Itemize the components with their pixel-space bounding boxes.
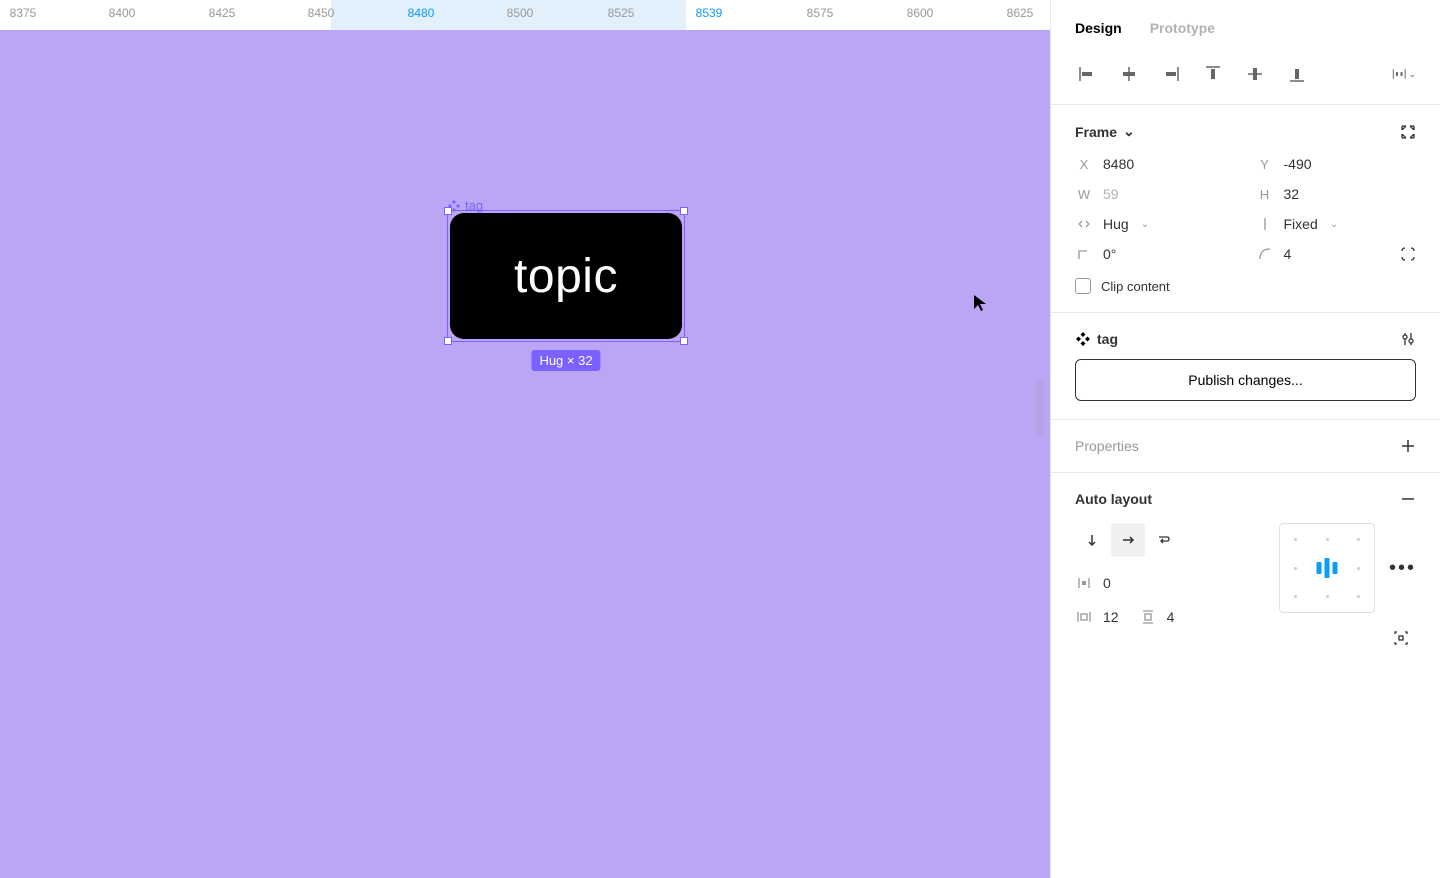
ruler-tick: 8480 (408, 6, 435, 20)
ruler-tick: 8450 (308, 6, 335, 20)
clip-content-label: Clip content (1101, 279, 1170, 294)
pad-vertical-field[interactable]: 4 (1139, 609, 1175, 625)
clip-content-checkbox[interactable]: Clip content (1075, 278, 1416, 294)
autolayout-title: Auto layout (1075, 491, 1152, 507)
tab-design[interactable]: Design (1075, 20, 1122, 36)
ruler-tick: 8375 (10, 6, 37, 20)
canvas[interactable]: tag topic Hug × 32 (0, 30, 1050, 878)
rotation-field[interactable]: 0° (1075, 246, 1236, 262)
frame-title-text: Frame (1075, 124, 1117, 140)
component-name-text: tag (1097, 331, 1118, 347)
selection-handle-nw[interactable] (444, 207, 452, 215)
vsize-icon (1256, 216, 1274, 232)
gap-icon (1075, 576, 1093, 590)
canvas-area: 8375 8400 8425 8450 8480 8500 8525 8539 8575 8600… (0, 0, 1050, 878)
ruler-tick: 8400 (109, 6, 136, 20)
ruler-tick: 8539 (696, 6, 723, 20)
vsize-field[interactable]: Fixed⌄ (1256, 216, 1417, 232)
radius-icon (1256, 247, 1274, 261)
align-top-icon[interactable] (1201, 62, 1225, 86)
selection-handle-se[interactable] (680, 337, 688, 345)
independent-corners-icon[interactable] (1400, 246, 1416, 262)
direction-wrap-icon[interactable] (1147, 523, 1181, 557)
frame-section: Frame ⌄ X8480 Y-490 W59 H32 Hug⌄ Fixe (1051, 105, 1440, 312)
independent-padding-icon[interactable] (1392, 629, 1410, 647)
autolayout-section: Auto layout 0 (1051, 473, 1440, 665)
properties-title: Properties (1075, 438, 1139, 454)
radius-field[interactable]: 4 (1256, 246, 1417, 262)
chevron-down-icon: ⌄ (1123, 123, 1135, 140)
w-field[interactable]: W59 (1075, 186, 1236, 202)
hsize-icon (1075, 218, 1093, 230)
selection-handle-ne[interactable] (680, 207, 688, 215)
add-property-icon[interactable] (1400, 438, 1416, 454)
align-bottom-icon[interactable] (1285, 62, 1309, 86)
cursor-icon (973, 294, 987, 312)
tab-prototype[interactable]: Prototype (1150, 20, 1215, 36)
h-field[interactable]: H32 (1256, 186, 1417, 202)
pad-v-icon (1139, 609, 1157, 625)
ruler-tick: 8600 (907, 6, 934, 20)
distribute-icon[interactable]: ⌄ (1392, 62, 1416, 86)
pad-h-icon (1075, 610, 1093, 624)
size-badge: Hug × 32 (531, 350, 600, 371)
tag-text: topic (514, 249, 618, 304)
ruler-tick: 8525 (608, 6, 635, 20)
rotation-icon (1075, 247, 1093, 261)
alignment-toolbar: ⌄ (1051, 52, 1440, 104)
pad-horizontal-field[interactable]: 12 (1075, 609, 1119, 625)
align-vcenter-icon[interactable] (1243, 62, 1267, 86)
ruler-tick: 8625 (1007, 6, 1034, 20)
autolayout-more-icon[interactable]: ••• (1389, 557, 1416, 580)
properties-section: Properties (1051, 420, 1440, 472)
panel-tabs: Design Prototype (1051, 0, 1440, 52)
x-field[interactable]: X8480 (1075, 156, 1236, 172)
ruler-tick: 8425 (209, 6, 236, 20)
ruler-tick: 8500 (507, 6, 534, 20)
align-right-icon[interactable] (1159, 62, 1183, 86)
y-field[interactable]: Y-490 (1256, 156, 1417, 172)
hsize-field[interactable]: Hug⌄ (1075, 216, 1236, 232)
component-settings-icon[interactable] (1400, 331, 1416, 347)
alignment-pad[interactable] (1279, 523, 1375, 613)
inspector-panel: Design Prototype ⌄ Frame ⌄ (1050, 0, 1440, 878)
tag-frame[interactable]: topic (450, 213, 682, 339)
align-left-icon[interactable] (1075, 62, 1099, 86)
selection-handle-sw[interactable] (444, 337, 452, 345)
checkbox-icon (1075, 278, 1091, 294)
gap-field[interactable]: 0 (1075, 575, 1255, 591)
vertical-scrollbar[interactable] (1036, 380, 1044, 436)
component-icon (1075, 331, 1091, 347)
remove-autolayout-icon[interactable] (1400, 491, 1416, 507)
component-section: tag Publish changes... (1051, 313, 1440, 419)
direction-vertical-icon[interactable] (1075, 523, 1109, 557)
publish-changes-button[interactable]: Publish changes... (1075, 359, 1416, 401)
alignment-indicator-icon (1316, 558, 1337, 578)
frame-section-title[interactable]: Frame ⌄ (1075, 123, 1135, 140)
horizontal-ruler[interactable]: 8375 8400 8425 8450 8480 8500 8525 8539 8575 8600… (0, 0, 1050, 30)
align-hcenter-icon[interactable] (1117, 62, 1141, 86)
fit-frame-icon[interactable] (1400, 124, 1416, 140)
ruler-tick: 8575 (807, 6, 834, 20)
direction-horizontal-icon[interactable] (1111, 523, 1145, 557)
component-name-row[interactable]: tag (1075, 331, 1118, 347)
